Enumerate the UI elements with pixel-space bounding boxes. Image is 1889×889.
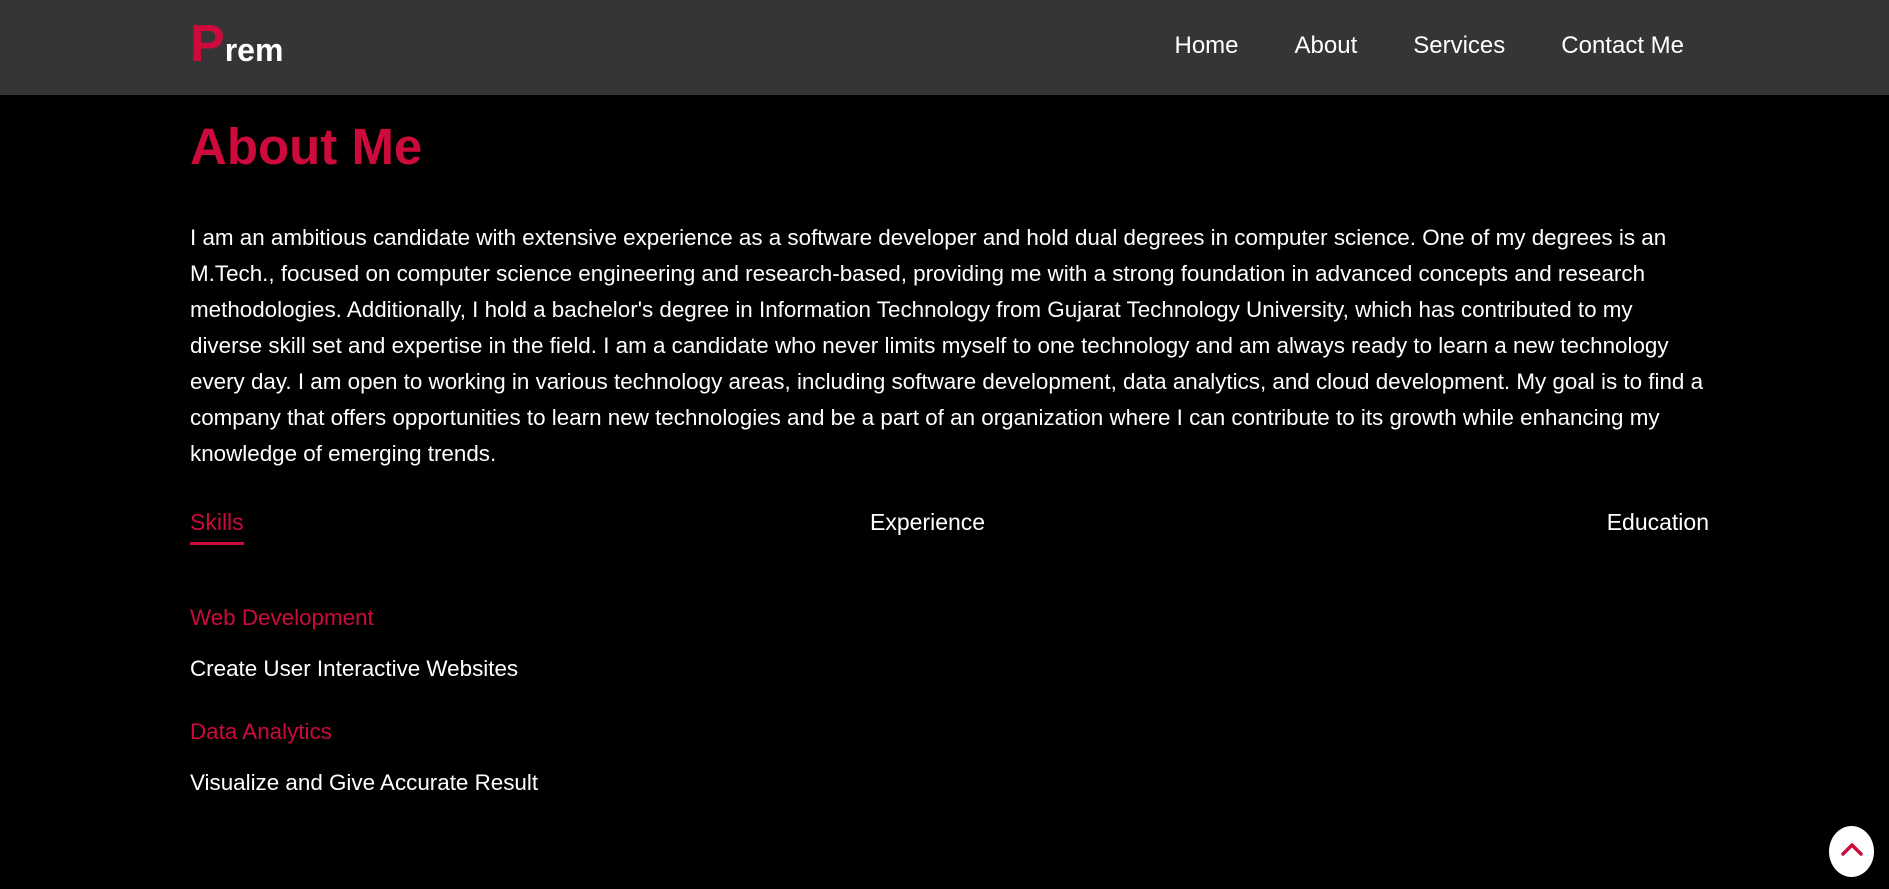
skill-description: Create User Interactive Websites	[190, 656, 519, 681]
logo[interactable]: Prem	[190, 18, 283, 70]
nav-menu: Home About Services Contact Me	[1175, 32, 1685, 60]
chevron-up-icon	[1840, 841, 1864, 862]
about-paragraph: I am an ambitious candidate with extensi…	[190, 225, 1704, 466]
tab-experience[interactable]: Experience	[870, 509, 985, 542]
list-item: Data Analytics Visualize and Give Accura…	[190, 719, 1709, 796]
skill-description: Visualize and Give Accurate Result	[190, 770, 539, 795]
skills-list: Web Development Create User Interactive …	[190, 605, 1709, 796]
nav-link-about[interactable]: About	[1295, 32, 1358, 60]
skill-name: Data Analytics	[190, 719, 332, 744]
about-section: About Me I am an ambitious candidate wit…	[190, 95, 1709, 796]
list-item: Web Development Create User Interactive …	[190, 605, 1709, 682]
logo-rest: rem	[224, 32, 284, 68]
scroll-to-top-button[interactable]	[1829, 826, 1874, 877]
page-title: About Me	[190, 118, 423, 175]
nav-link-contact[interactable]: Contact Me	[1561, 32, 1684, 60]
tab-bar: Skills Experience Education	[190, 509, 1709, 545]
tab-skills[interactable]: Skills	[190, 509, 244, 545]
nav-link-home[interactable]: Home	[1175, 32, 1239, 60]
navbar: Prem Home About Services Contact Me	[0, 0, 1889, 95]
tab-education[interactable]: Education	[1607, 509, 1709, 542]
nav-link-services[interactable]: Services	[1413, 32, 1505, 60]
logo-first-letter: P	[190, 15, 225, 73]
skill-name: Web Development	[190, 605, 374, 630]
